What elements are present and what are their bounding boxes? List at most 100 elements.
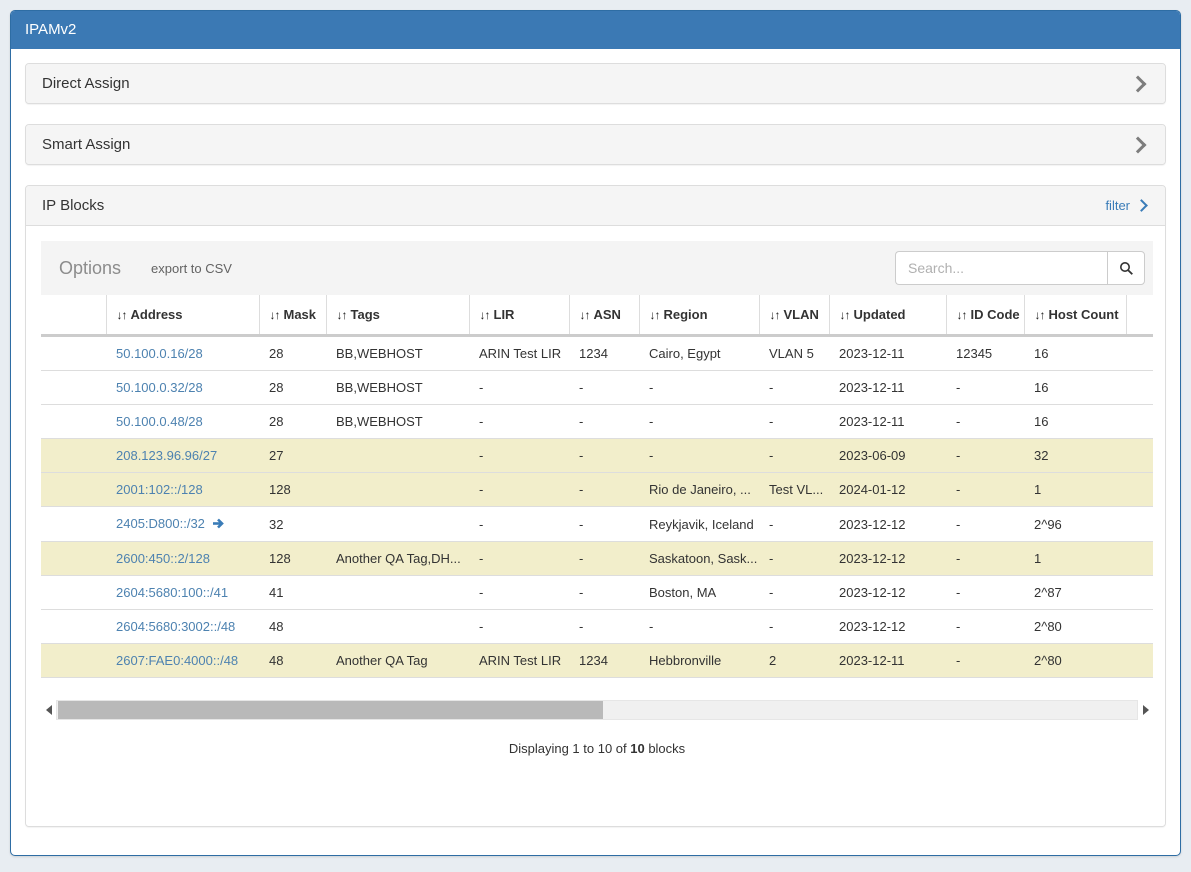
cell-mask: 128 [259,542,326,576]
ip-address-link[interactable]: 2604:5680:100::/41 [116,585,228,600]
cell-lir: - [469,473,569,507]
scrollbar-thumb[interactable] [58,701,603,719]
search-group [895,251,1145,285]
cell-lir: - [469,405,569,439]
row-spacer [1126,439,1153,473]
filter-link[interactable]: filter [1105,196,1149,215]
cell-tags: Another QA Tag [326,644,469,678]
column-header-host_count[interactable]: ↓↑Host Count [1024,295,1126,336]
app-header: IPAMv2 [11,11,1180,49]
cell-updated: 2023-12-11 [829,371,946,405]
table-row: 2600:450::2/128128Another QA Tag,DH...--… [41,542,1153,576]
cell-vlan: - [759,576,829,610]
sort-icon: ↓↑ [1035,308,1045,322]
scrollbar-track[interactable] [56,700,1138,720]
cell-region: - [639,439,759,473]
ip-address-link[interactable]: 2600:450::2/128 [116,551,210,566]
cell-updated: 2023-06-09 [829,439,946,473]
goto-arrow-icon[interactable] [212,517,225,533]
ip-address-link[interactable]: 50.100.0.16/28 [116,346,203,361]
row-spacer [41,473,106,507]
cell-address: 2600:450::2/128 [106,542,259,576]
ip-blocks-header: IP Blocks filter [26,186,1165,226]
cell-id_code: - [946,473,1024,507]
cell-vlan: Test VL... [759,473,829,507]
cell-vlan: - [759,405,829,439]
search-input[interactable] [895,251,1107,285]
cell-id_code: - [946,610,1024,644]
column-header-id_code[interactable]: ↓↑ID Code [946,295,1024,336]
column-header-address[interactable]: ↓↑Address [106,295,259,336]
column-header-asn[interactable]: ↓↑ASN [569,295,639,336]
ip-address-link[interactable]: 2405:D800::/32 [116,516,205,531]
direct-assign-header[interactable]: Direct Assign [26,64,1165,103]
cell-address: 2405:D800::/32 [106,507,259,542]
table-row: 2001:102::/128128--Rio de Janeiro, ...Te… [41,473,1153,507]
row-spacer [1126,542,1153,576]
cell-updated: 2023-12-11 [829,405,946,439]
cell-lir: - [469,576,569,610]
row-spacer [41,405,106,439]
cell-tags [326,576,469,610]
row-spacer [41,644,106,678]
cell-region: - [639,610,759,644]
search-button[interactable] [1107,251,1145,285]
panel-ip-blocks: IP Blocks filter Options export to CSV [25,185,1166,827]
pagination-text-before: Displaying 1 to 10 of [509,741,630,756]
smart-assign-header[interactable]: Smart Assign [26,125,1165,164]
export-csv-link[interactable]: export to CSV [151,261,232,276]
cell-mask: 48 [259,644,326,678]
row-spacer [1126,644,1153,678]
cell-updated: 2023-12-11 [829,644,946,678]
row-spacer [1126,405,1153,439]
cell-tags: BB,WEBHOST [326,405,469,439]
sort-icon: ↓↑ [840,308,850,322]
cell-id_code: - [946,542,1024,576]
pagination-status: Displaying 1 to 10 of 10 blocks [41,741,1153,756]
ip-address-link[interactable]: 2001:102::/128 [116,482,203,497]
search-icon [1119,261,1134,276]
table-row: 2604:5680:100::/4141--Boston, MA-2023-12… [41,576,1153,610]
cell-host_count: 1 [1024,542,1126,576]
cell-id_code: - [946,405,1024,439]
row-spacer [41,576,106,610]
cell-tags: Another QA Tag,DH... [326,542,469,576]
column-header-mask[interactable]: ↓↑Mask [259,295,326,336]
chevron-right-icon[interactable] [1130,75,1147,92]
pagination-total: 10 [630,741,644,756]
cell-address: 2001:102::/128 [106,473,259,507]
arrow-left-icon [46,705,52,715]
ip-address-link[interactable]: 50.100.0.48/28 [116,414,203,429]
app-body: Direct Assign Smart Assign IP Blocks fil… [11,49,1180,841]
panel-direct-assign: Direct Assign [25,63,1166,104]
ip-blocks-table: ↓↑Address↓↑Mask↓↑Tags↓↑LIR↓↑ASN↓↑Region↓… [41,295,1153,678]
ip-address-link[interactable]: 2604:5680:3002::/48 [116,619,235,634]
cell-host_count: 2^96 [1024,507,1126,542]
cell-region: Saskatoon, Sask... [639,542,759,576]
ip-address-link[interactable]: 2607:FAE0:4000::/48 [116,653,238,668]
chevron-right-icon[interactable] [1130,136,1147,153]
app-panel: IPAMv2 Direct Assign Smart Assign IP Blo… [10,10,1181,856]
column-header-lir[interactable]: ↓↑LIR [469,295,569,336]
sort-icon: ↓↑ [337,308,347,322]
column-header-region[interactable]: ↓↑Region [639,295,759,336]
cell-tags [326,439,469,473]
column-header-updated[interactable]: ↓↑Updated [829,295,946,336]
sort-icon: ↓↑ [270,308,280,322]
scroll-right-button[interactable] [1138,700,1153,720]
sort-icon: ↓↑ [480,308,490,322]
cell-asn: - [569,507,639,542]
cell-mask: 28 [259,371,326,405]
column-header-vlan[interactable]: ↓↑VLAN [759,295,829,336]
horizontal-scrollbar[interactable] [41,700,1153,720]
sort-icon: ↓↑ [580,308,590,322]
cell-region: Rio de Janeiro, ... [639,473,759,507]
column-header-tags[interactable]: ↓↑Tags [326,295,469,336]
scroll-left-button[interactable] [41,700,56,720]
ip-address-link[interactable]: 50.100.0.32/28 [116,380,203,395]
cell-lir: - [469,371,569,405]
cell-mask: 41 [259,576,326,610]
cell-host_count: 16 [1024,405,1126,439]
ip-address-link[interactable]: 208.123.96.96/27 [116,448,217,463]
cell-mask: 28 [259,405,326,439]
